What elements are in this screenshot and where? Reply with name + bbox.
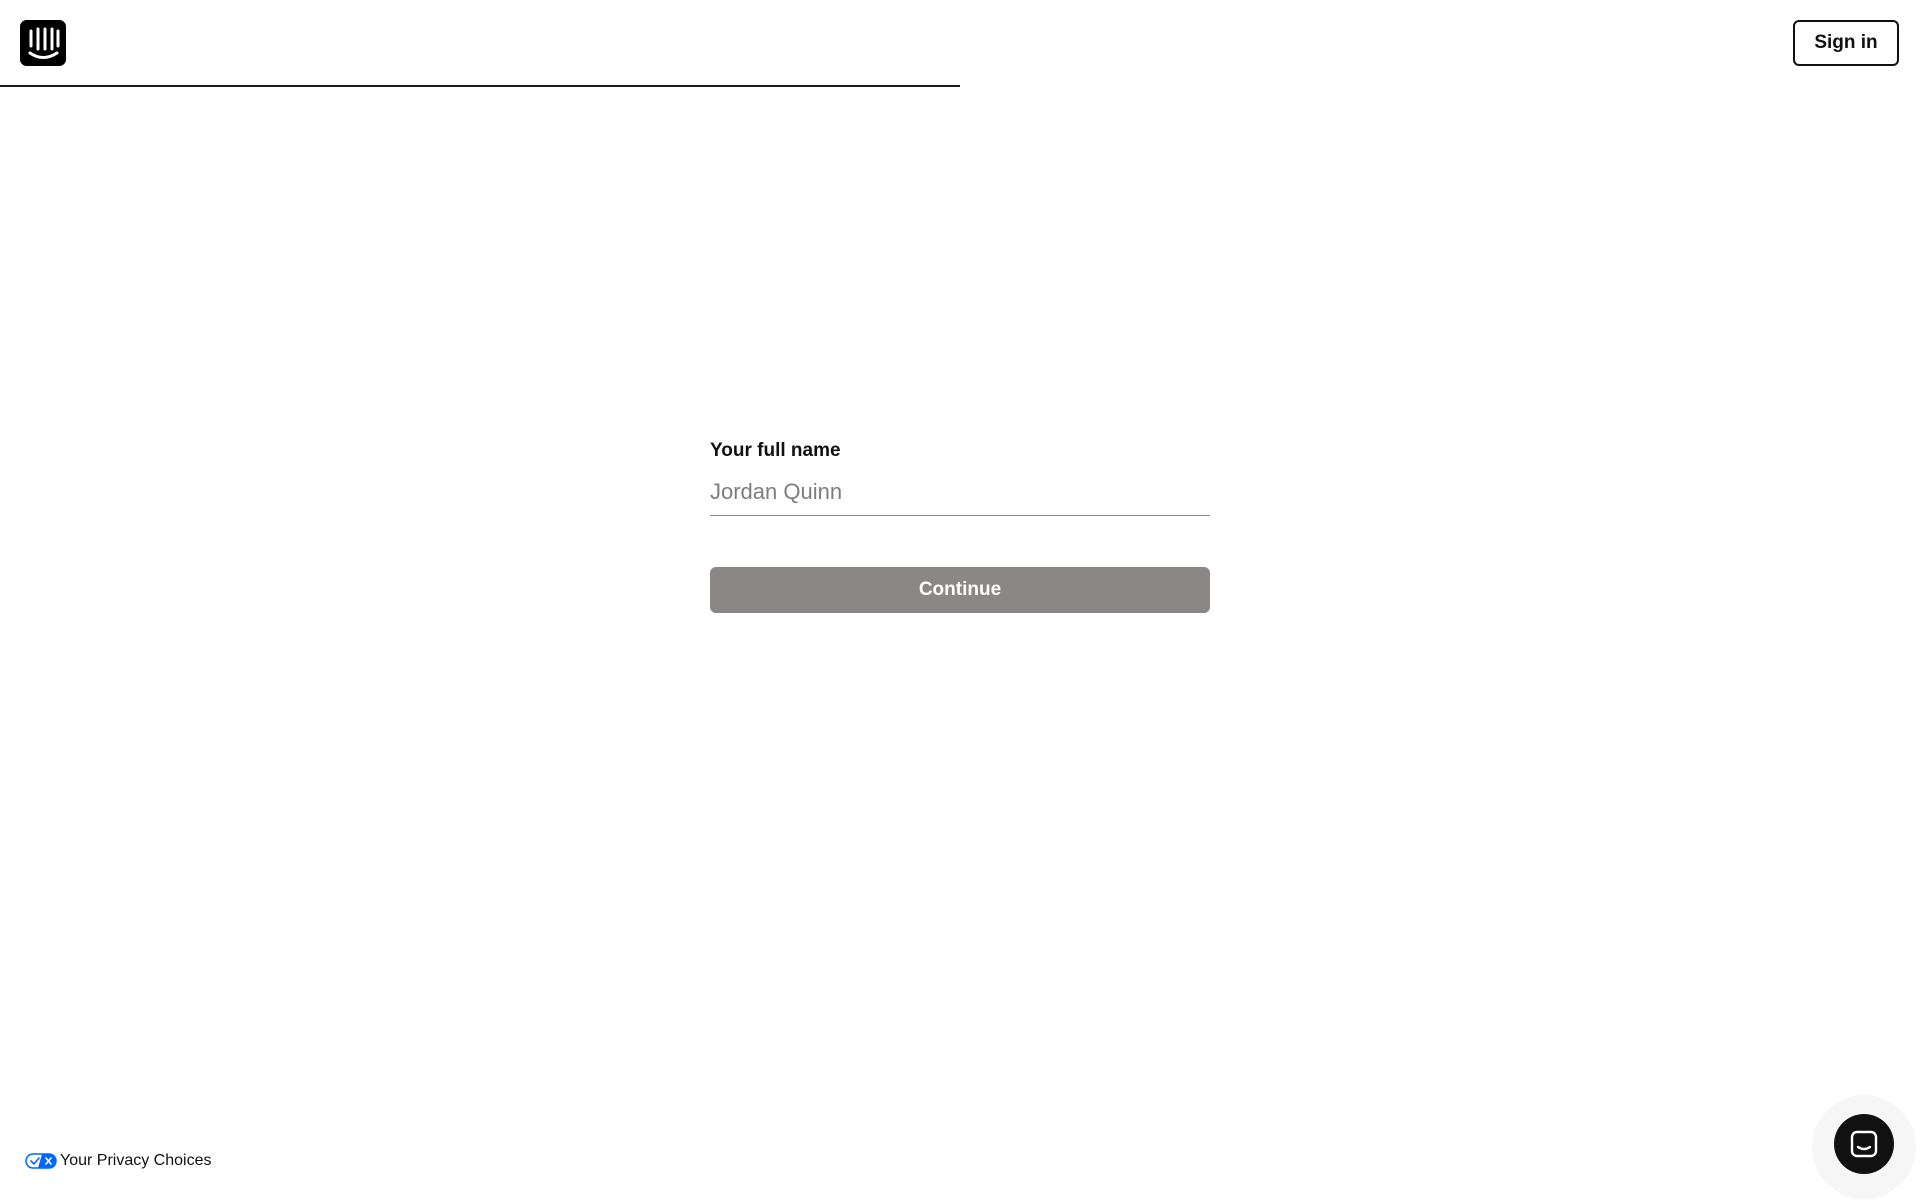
chat-icon [1850, 1130, 1878, 1158]
intercom-logo-icon[interactable] [20, 20, 66, 66]
header: Sign in [0, 0, 1920, 88]
progress-bar-fill [0, 85, 960, 87]
name-form: Your full name Continue [710, 440, 1210, 613]
continue-button[interactable]: Continue [710, 567, 1210, 613]
signup-page: Sign in Your full name Continue Your Pri… [0, 0, 1920, 1200]
sign-in-button[interactable]: Sign in [1793, 20, 1899, 66]
privacy-choices-label: Your Privacy Choices [60, 1152, 212, 1169]
privacy-choices-link[interactable]: Your Privacy Choices [25, 1152, 211, 1170]
chat-launcher-button[interactable] [1834, 1114, 1894, 1174]
full-name-input[interactable] [710, 476, 1210, 516]
privacy-toggle-icon [25, 1153, 57, 1169]
full-name-label: Your full name [710, 440, 841, 461]
progress-bar [0, 85, 1920, 87]
